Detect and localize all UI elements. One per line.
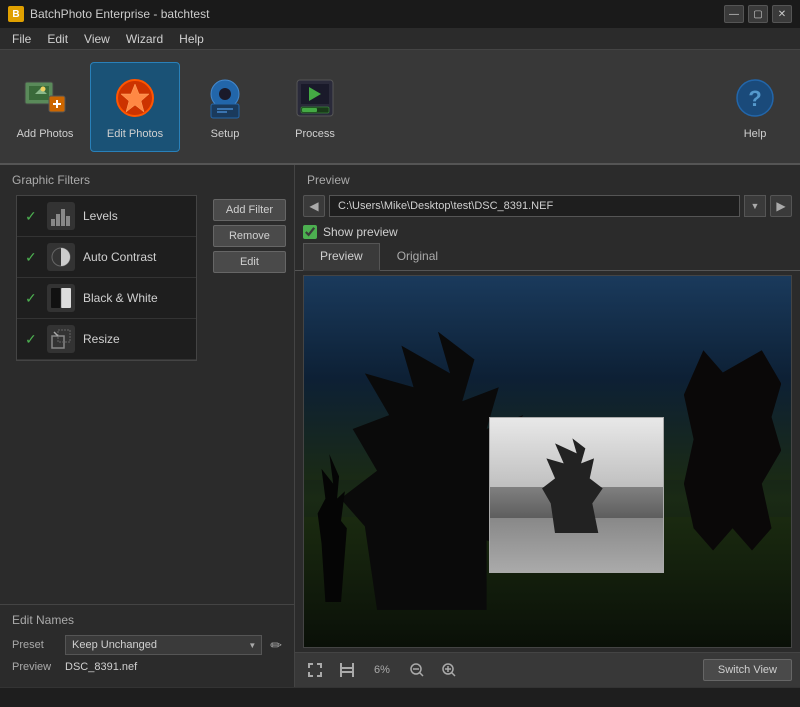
graphic-filters-title: Graphic Filters: [0, 165, 294, 191]
toolbar-setup[interactable]: Setup: [180, 62, 270, 152]
edit-names-section: Edit Names Preset Keep Unchanged ✏ Previ…: [0, 604, 294, 687]
menu-bar: File Edit View Wizard Help: [0, 28, 800, 50]
filters-container: ✓ Levels ✓: [16, 195, 197, 361]
menu-view[interactable]: View: [76, 30, 118, 48]
menu-file[interactable]: File: [4, 30, 39, 48]
process-label: Process: [295, 128, 335, 140]
filter-name-auto-contrast: Auto Contrast: [83, 250, 156, 264]
minimize-button[interactable]: —: [724, 5, 744, 23]
preset-select[interactable]: Keep Unchanged: [65, 635, 262, 655]
filter-icon-black-white: [47, 284, 75, 312]
process-icon: [291, 74, 339, 122]
close-button[interactable]: ✕: [772, 5, 792, 23]
filters-list-wrapper: ✓ Levels ✓: [8, 191, 205, 365]
remove-button[interactable]: Remove: [213, 225, 286, 247]
tab-original[interactable]: Original: [380, 243, 455, 270]
bw-overlay: [489, 417, 664, 573]
toolbar-process[interactable]: Process: [270, 62, 360, 152]
status-bar: [0, 687, 800, 707]
menu-wizard[interactable]: Wizard: [118, 30, 171, 48]
filters-area: ✓ Levels ✓: [0, 191, 294, 398]
tab-preview[interactable]: Preview: [303, 243, 380, 271]
setup-label: Setup: [211, 128, 240, 140]
help-label: Help: [744, 128, 767, 140]
show-preview-row: Show preview: [295, 221, 800, 243]
preview-image-area: [303, 275, 792, 648]
filter-item-levels[interactable]: ✓ Levels: [17, 196, 196, 237]
filter-icon-levels: [47, 202, 75, 230]
preview-filename-row: Preview DSC_8391.nef: [12, 661, 282, 673]
filter-name-black-white: Black & White: [83, 291, 158, 305]
show-preview-checkbox[interactable]: [303, 225, 317, 239]
filter-check-black-white: ✓: [25, 290, 39, 307]
edit-names-title: Edit Names: [12, 613, 282, 627]
preset-row: Preset Keep Unchanged ✏: [12, 635, 282, 655]
preset-edit-icon[interactable]: ✏: [270, 637, 282, 654]
maximize-button[interactable]: ▢: [748, 5, 768, 23]
toolbar-help[interactable]: ? Help: [710, 62, 800, 152]
preview-bottom-bar: 6% Switch View: [295, 652, 800, 687]
toolbar-add-photos[interactable]: Add Photos: [0, 62, 90, 152]
filter-name-resize: Resize: [83, 332, 120, 346]
zoom-fit-width-button[interactable]: [335, 660, 359, 680]
filter-item-black-white[interactable]: ✓ Black & White: [17, 278, 196, 319]
preview-filename-label: Preview: [12, 661, 57, 673]
filter-check-levels: ✓: [25, 208, 39, 225]
edit-photos-icon: [111, 74, 159, 122]
right-panel: Preview ◀ ▼ ▶ Show preview Preview Origi…: [295, 165, 800, 687]
add-photos-label: Add Photos: [17, 128, 74, 140]
edit-photos-label: Edit Photos: [107, 128, 163, 140]
filter-name-levels: Levels: [83, 209, 118, 223]
preview-section-title: Preview: [295, 165, 800, 191]
preview-tabs: Preview Original: [295, 243, 800, 271]
left-panel: Graphic Filters ✓: [0, 165, 295, 687]
menu-edit[interactable]: Edit: [39, 30, 76, 48]
switch-view-button[interactable]: Switch View: [703, 659, 792, 681]
filter-action-buttons: Add Filter Remove Edit: [205, 195, 294, 277]
preset-select-wrapper: Keep Unchanged: [65, 635, 262, 655]
edit-button[interactable]: Edit: [213, 251, 286, 273]
show-preview-label[interactable]: Show preview: [323, 225, 398, 239]
path-dropdown-button[interactable]: ▼: [744, 195, 766, 217]
app-icon: B: [8, 6, 24, 22]
filter-item-auto-contrast[interactable]: ✓ Auto Contrast: [17, 237, 196, 278]
nav-forward-button[interactable]: ▶: [770, 195, 792, 217]
window-controls: — ▢ ✕: [724, 5, 792, 23]
toolbar-edit-photos[interactable]: Edit Photos: [90, 62, 180, 152]
filter-icon-auto-contrast: [47, 243, 75, 271]
zoom-out-button[interactable]: [405, 660, 429, 680]
add-filter-button[interactable]: Add Filter: [213, 199, 286, 221]
setup-icon: [201, 74, 249, 122]
path-input[interactable]: [329, 195, 740, 217]
filter-item-resize[interactable]: ✓ Resize: [17, 319, 196, 360]
preview-filename-value: DSC_8391.nef: [65, 661, 137, 673]
main-content: Graphic Filters ✓: [0, 165, 800, 687]
title-bar: B BatchPhoto Enterprise - batchtest — ▢ …: [0, 0, 800, 28]
window-title: BatchPhoto Enterprise - batchtest: [30, 7, 209, 21]
filter-icon-resize: [47, 325, 75, 353]
filter-check-auto-contrast: ✓: [25, 249, 39, 266]
menu-help[interactable]: Help: [171, 30, 212, 48]
zoom-percent: 6%: [367, 664, 397, 676]
photo-scene: [304, 276, 791, 647]
zoom-fit-button[interactable]: [303, 660, 327, 680]
path-navigation: ◀ ▼ ▶: [295, 191, 800, 221]
preset-label: Preset: [12, 639, 57, 651]
help-icon: ?: [731, 74, 779, 122]
nav-back-button[interactable]: ◀: [303, 195, 325, 217]
toolbar: Add Photos Edit Photos Setup: [0, 50, 800, 165]
add-photos-icon: [21, 74, 69, 122]
svg-text:?: ?: [748, 86, 761, 111]
filter-check-resize: ✓: [25, 331, 39, 348]
zoom-in-button[interactable]: [437, 660, 461, 680]
